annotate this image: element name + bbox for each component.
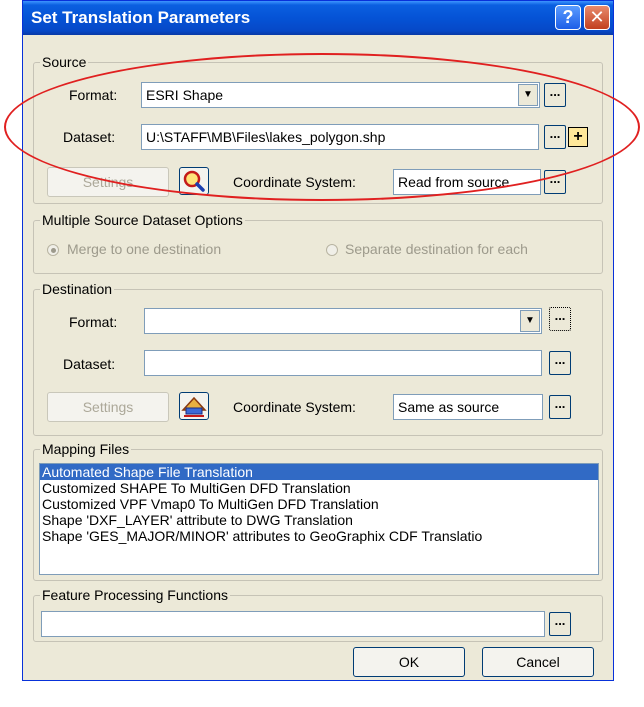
source-dataset-input[interactable]: U:\STAFF\MB\Files\lakes_polygon.shp: [141, 124, 539, 150]
destination-coord-picker-button[interactable]: [179, 392, 209, 420]
source-coord-label: Coordinate System:: [233, 174, 356, 190]
destination-format-browse-button[interactable]: ...: [549, 307, 571, 331]
separate-radio[interactable]: [326, 244, 338, 256]
magnifier-globe-icon: [183, 170, 205, 192]
source-format-select[interactable]: ESRI Shape: [141, 82, 540, 108]
source-settings-label: Settings: [82, 174, 134, 190]
plus-icon: +: [573, 128, 583, 145]
destination-coord-label: Coordinate System:: [233, 399, 356, 415]
ellipsis-icon: ...: [554, 308, 566, 323]
dialog-window: Set Translation Parameters ? ✕ Source Fo…: [22, 0, 614, 681]
source-coord-input[interactable]: Read from source: [393, 169, 541, 195]
list-item[interactable]: Shape 'GES_MAJOR/MINOR' attributes to Ge…: [40, 528, 598, 544]
source-format-dropdown-arrow[interactable]: ▼: [518, 84, 538, 106]
destination-coord-browse-button[interactable]: ...: [549, 395, 571, 419]
merge-radio-label: Merge to one destination: [67, 241, 222, 257]
feature-processing-legend: Feature Processing Functions: [42, 587, 228, 603]
close-button[interactable]: ✕: [584, 5, 610, 30]
coordinate-system-icon: [181, 396, 207, 417]
destination-dataset-input[interactable]: [144, 350, 542, 376]
cancel-button-label: Cancel: [516, 654, 560, 670]
help-icon: ?: [562, 7, 574, 27]
destination-settings-label: Settings: [82, 399, 134, 415]
merge-radio[interactable]: [47, 244, 59, 256]
window-title: Set Translation Parameters: [31, 8, 251, 27]
title-bar[interactable]: Set Translation Parameters ? ✕: [23, 1, 613, 35]
destination-format-label: Format:: [69, 314, 118, 330]
help-button[interactable]: ?: [555, 5, 581, 30]
ellipsis-icon: ...: [554, 352, 566, 367]
source-dataset-label: Dataset:: [63, 129, 116, 145]
destination-settings-button[interactable]: Settings: [47, 392, 169, 422]
ellipsis-icon: ...: [549, 84, 561, 99]
list-item[interactable]: Automated Shape File Translation: [40, 464, 598, 480]
ok-button[interactable]: OK: [353, 647, 465, 677]
list-item[interactable]: Shape 'DXF_LAYER' attribute to DWG Trans…: [40, 512, 598, 528]
source-settings-button[interactable]: Settings: [47, 167, 169, 197]
destination-legend: Destination: [42, 281, 113, 297]
mapping-files-legend: Mapping Files: [42, 441, 130, 457]
multiple-source-legend: Multiple Source Dataset Options: [42, 212, 243, 228]
source-dataset-browse-button[interactable]: ...: [544, 125, 566, 149]
ellipsis-icon: ...: [549, 126, 561, 141]
source-dataset-value: U:\STAFF\MB\Files\lakes_polygon.shp: [146, 129, 386, 145]
separate-radio-label: Separate destination for each: [345, 241, 528, 257]
list-item[interactable]: Customized SHAPE To MultiGen DFD Transla…: [40, 480, 598, 496]
mapping-files-list[interactable]: Automated Shape File Translation Customi…: [39, 463, 599, 575]
ellipsis-icon: ...: [554, 396, 566, 411]
close-icon: ✕: [589, 7, 605, 27]
chevron-down-icon: ▼: [525, 315, 535, 326]
list-item[interactable]: Customized VPF Vmap0 To MultiGen DFD Tra…: [40, 496, 598, 512]
source-format-value: ESRI Shape: [146, 87, 224, 103]
cancel-button[interactable]: Cancel: [482, 647, 594, 677]
destination-coord-input[interactable]: Same as source: [393, 394, 543, 420]
ellipsis-icon: ...: [549, 171, 561, 186]
source-format-browse-button[interactable]: ...: [544, 83, 566, 107]
feature-processing-browse-button[interactable]: ...: [549, 612, 571, 636]
chevron-down-icon: ▼: [523, 89, 533, 100]
destination-format-select[interactable]: [144, 308, 542, 334]
destination-coord-value: Same as source: [398, 399, 500, 415]
source-coord-browse-button[interactable]: ...: [544, 170, 566, 194]
ok-button-label: OK: [398, 654, 420, 670]
source-format-label: Format:: [69, 87, 118, 103]
destination-dataset-browse-button[interactable]: ...: [549, 351, 571, 375]
source-coord-picker-button[interactable]: [179, 167, 209, 195]
feature-processing-input[interactable]: [41, 611, 545, 637]
ellipsis-icon: ...: [554, 613, 566, 628]
destination-format-dropdown-arrow[interactable]: ▼: [520, 310, 540, 332]
add-dataset-button[interactable]: +: [568, 127, 588, 147]
destination-dataset-label: Dataset:: [63, 356, 116, 372]
source-legend: Source: [42, 54, 87, 70]
source-coord-value: Read from source: [398, 174, 510, 190]
